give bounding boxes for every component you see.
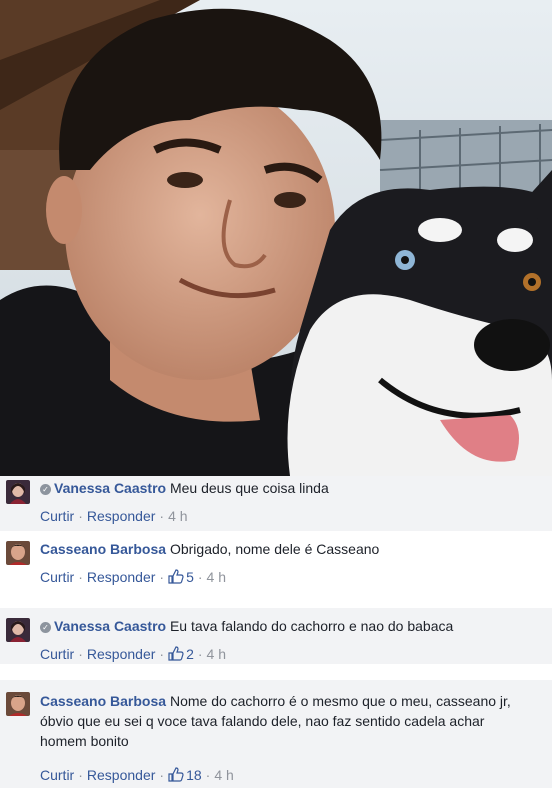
reply-link[interactable]: Responder	[87, 767, 156, 783]
avatar[interactable]	[6, 692, 30, 716]
comment-body: Casseano Barbosa Obrigado, nome dele é C…	[40, 539, 542, 559]
comment-item: ✓ Vanessa Caastro Eu tava falando do cach…	[0, 608, 552, 664]
like-link[interactable]: Curtir	[40, 508, 74, 524]
like-count-value: 2	[186, 646, 194, 662]
separator-dot: ·	[78, 646, 83, 662]
separator-dot: ·	[78, 508, 83, 524]
like-count-value: 5	[186, 569, 194, 585]
comment-text: Eu tava falando do cachorro e nao do bab…	[169, 618, 454, 634]
separator-dot: ·	[159, 569, 165, 585]
like-count-value: 18	[186, 767, 202, 783]
comment-actions: Curtir · Responder · 2 · 4 h	[40, 645, 226, 663]
like-link[interactable]: Curtir	[40, 646, 74, 662]
reply-link[interactable]: Responder	[87, 569, 156, 585]
reply-link[interactable]: Responder	[87, 508, 156, 524]
separator-dot: ·	[197, 646, 203, 662]
selfie-with-dog-image	[0, 0, 552, 476]
check-circle-icon: ✓	[40, 484, 51, 495]
like-count[interactable]: 18	[168, 767, 202, 783]
separator-dot: ·	[159, 646, 165, 662]
comment-author[interactable]: Vanessa Caastro	[54, 618, 166, 634]
comment-actions: Curtir · Responder · 5 · 4 h	[40, 568, 226, 586]
avatar[interactable]	[6, 618, 30, 642]
like-count[interactable]: 5	[168, 569, 194, 585]
avatar-image	[6, 541, 30, 565]
comment-author[interactable]: Casseano Barbosa	[40, 541, 166, 557]
comment-author[interactable]: Casseano Barbosa	[40, 693, 166, 709]
comment-item: Casseano Barbosa Obrigado, nome dele é C…	[0, 531, 552, 598]
comment-time[interactable]: 4 h	[207, 569, 226, 585]
comments-section: ✓ Vanessa Caastro Meu deus que coisa lind…	[0, 476, 552, 788]
like-link[interactable]: Curtir	[40, 767, 74, 783]
comment-time[interactable]: 4 h	[214, 767, 233, 783]
comment-actions: Curtir · Responder · 4 h	[40, 507, 188, 525]
avatar[interactable]	[6, 480, 30, 504]
reply-link[interactable]: Responder	[87, 646, 156, 662]
separator-dot: ·	[197, 569, 203, 585]
avatar-image	[6, 480, 30, 504]
check-circle-icon: ✓	[40, 622, 51, 633]
separator-dot: ·	[159, 508, 165, 524]
like-count[interactable]: 2	[168, 646, 194, 662]
like-link[interactable]: Curtir	[40, 569, 74, 585]
comment-text: Meu deus que coisa linda	[169, 480, 329, 496]
avatar-image	[6, 692, 30, 716]
thumbs-up-icon	[168, 767, 184, 782]
comment-body: ✓ Vanessa Caastro Meu deus que coisa lind…	[40, 478, 542, 498]
separator-dot: ·	[159, 767, 165, 783]
thumbs-up-icon	[168, 646, 184, 661]
comment-item: Casseano Barbosa Nome do cachorro é o me…	[0, 680, 552, 788]
separator-dot: ·	[78, 569, 83, 585]
separator-dot: ·	[78, 767, 83, 783]
comment-author[interactable]: Vanessa Caastro	[54, 480, 166, 496]
post-photo[interactable]	[0, 0, 552, 476]
separator-dot: ·	[205, 767, 211, 783]
comment-body: Casseano Barbosa Nome do cachorro é o me…	[40, 691, 528, 751]
comment-body: ✓ Vanessa Caastro Eu tava falando do cach…	[40, 616, 542, 636]
comment-item: ✓ Vanessa Caastro Meu deus que coisa lind…	[0, 476, 552, 531]
thumbs-up-icon	[168, 569, 184, 584]
avatar[interactable]	[6, 541, 30, 565]
comment-time[interactable]: 4 h	[207, 646, 226, 662]
comment-time[interactable]: 4 h	[168, 508, 187, 524]
avatar-image	[6, 618, 30, 642]
comment-text: Obrigado, nome dele é Casseano	[169, 541, 380, 557]
comment-actions: Curtir · Responder · 18 · 4 h	[40, 766, 234, 784]
